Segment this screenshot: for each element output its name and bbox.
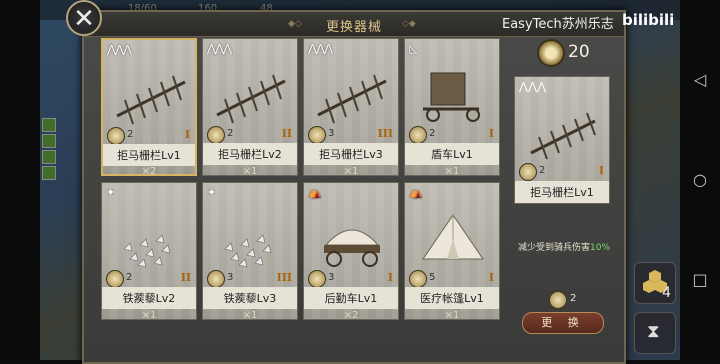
equipment-card[interactable]: ✦ 2 II 铁蒺藜Lv2 <box>101 182 197 320</box>
card-name: 拒马栅栏Lv3 <box>319 148 383 161</box>
card-cost: 2 <box>227 128 234 139</box>
cavalry-class-icon: ✦ <box>106 186 115 199</box>
equipment-card[interactable]: ⋀⋀⋀ 2 I 拒马栅栏Lv1 <box>101 38 197 176</box>
detail-card: ⋀⋀⋀ 2 I 拒马栅栏Lv1 <box>514 76 610 204</box>
card-count: ×1 <box>141 310 157 321</box>
tent-class-icon: ⛺ <box>409 186 423 199</box>
card-count: ×1 <box>242 310 258 321</box>
detail-cost: 2 <box>539 165 546 176</box>
card-cost: 2 <box>127 129 134 140</box>
formation-count: 4 <box>662 285 671 301</box>
gear-coin-icon <box>106 270 124 288</box>
equipment-card[interactable]: ✦ 3 III 铁蒺藜Lv3 <box>202 182 298 320</box>
card-count: ×2 <box>141 166 157 177</box>
medical-tent-icon <box>422 214 484 260</box>
tier-badge: I <box>488 271 494 284</box>
caltrops-icon <box>123 234 171 268</box>
archer-class-icon: ◺ <box>409 42 418 55</box>
caltrops-icon <box>224 234 272 268</box>
unit-icon[interactable] <box>42 134 56 148</box>
effect-description: 减少受到骑兵伤害10% <box>518 240 610 253</box>
tier-badge: I <box>488 127 494 140</box>
android-nav-bar: ◁ ○ □ <box>680 0 720 360</box>
effect-text: 减少受到骑兵伤害 <box>518 243 591 253</box>
gear-coin-icon <box>549 291 567 309</box>
equipment-card[interactable]: ⋀⋀⋀ 2 II 拒马栅栏Lv2 <box>202 38 298 176</box>
infantry-class-icon: ⋀⋀⋀ <box>107 43 132 56</box>
gear-coin-icon <box>519 163 537 181</box>
home-icon[interactable]: ○ <box>690 170 710 189</box>
card-cost: 2 <box>126 272 133 283</box>
card-name: 拒马栅栏Lv2 <box>218 148 282 161</box>
bilibili-logo: bilibili <box>622 11 675 29</box>
gear-coin-icon <box>207 126 225 144</box>
equipment-card[interactable]: ⛺ 5 I 医疗帐篷Lv1 <box>404 182 500 320</box>
tier-badge: I <box>387 271 393 284</box>
card-cost: 3 <box>328 128 335 139</box>
tier-badge: I <box>184 128 190 141</box>
tier-badge: II <box>281 127 292 140</box>
swap-button[interactable]: 更 换 <box>522 312 604 334</box>
card-name: 后勤车Lv1 <box>324 292 378 305</box>
card-count: ×1 <box>444 310 460 321</box>
cavalry-class-icon: ✦ <box>207 186 216 199</box>
unit-icon[interactable] <box>42 166 56 180</box>
gear-coin-icon <box>308 270 326 288</box>
formation-button[interactable]: 4 <box>634 262 676 304</box>
gear-coin-icon <box>308 126 326 144</box>
tent-class-icon: ⛺ <box>308 186 322 199</box>
detail-name: 拒马栅栏Lv1 <box>530 186 594 199</box>
card-cost: 2 <box>429 128 436 139</box>
gear-coin-icon <box>537 39 565 67</box>
infantry-class-icon: ⋀⋀⋀ <box>308 42 333 55</box>
tier-badge: III <box>377 127 393 140</box>
effect-value: 10% <box>590 243 611 253</box>
gear-coin-icon <box>207 270 225 288</box>
hourglass-button[interactable]: ⧗ <box>634 312 676 354</box>
unit-icon[interactable] <box>42 150 56 164</box>
close-button[interactable]: ✕ <box>66 0 102 36</box>
recent-apps-icon[interactable]: □ <box>690 270 710 289</box>
card-name: 拒马栅栏Lv1 <box>117 149 181 162</box>
card-count: ×1 <box>242 166 258 177</box>
tier-badge: III <box>276 271 292 284</box>
card-name: 盾车Lv1 <box>431 148 473 161</box>
card-count: ×1 <box>343 166 359 177</box>
spike-barricade-icon <box>530 112 596 160</box>
spike-barricade-icon <box>116 75 186 125</box>
infantry-class-icon: ⋀⋀⋀ <box>207 42 232 55</box>
close-icon: ✕ <box>73 4 95 34</box>
unit-icon[interactable] <box>42 118 56 132</box>
card-cost: 3 <box>227 272 234 283</box>
title-ornament-icon: ◇◆ <box>402 19 416 29</box>
equipment-card[interactable]: ⋀⋀⋀ 3 III 拒马栅栏Lv3 <box>303 38 399 176</box>
left-black-bar <box>0 0 40 360</box>
currency-amount: 20 <box>568 42 590 62</box>
card-cost: 3 <box>328 272 335 283</box>
gear-coin-icon <box>107 127 125 145</box>
back-icon[interactable]: ◁ <box>690 70 710 89</box>
shield-cart-icon <box>423 72 480 122</box>
gear-coin-icon <box>409 126 427 144</box>
watermark-text: EasyTech苏州乐志 <box>502 17 614 32</box>
tier-badge: II <box>180 271 191 284</box>
card-count: ×1 <box>444 166 460 177</box>
spike-barricade-icon <box>317 74 387 124</box>
hourglass-icon: ⧗ <box>647 321 660 342</box>
card-cost: 5 <box>429 272 436 283</box>
card-count: ×2 <box>343 310 359 321</box>
card-name: 铁蒺藜Lv2 <box>122 292 176 305</box>
gear-coin-icon <box>409 270 427 288</box>
spike-barricade-icon <box>216 74 286 124</box>
card-name: 铁蒺藜Lv3 <box>223 292 277 305</box>
tier-badge: I <box>598 164 604 177</box>
infantry-class-icon: ⋀⋀⋀ <box>519 80 547 93</box>
equipment-card[interactable]: ⛺ 3 I 后勤车Lv1 <box>303 182 399 320</box>
swap-cost: 2 <box>570 293 577 304</box>
equipment-card[interactable]: ◺ 2 I 盾车Lv1 <box>404 38 500 176</box>
card-name: 医疗帐篷Lv1 <box>420 292 484 305</box>
supply-wagon-icon <box>324 229 380 267</box>
